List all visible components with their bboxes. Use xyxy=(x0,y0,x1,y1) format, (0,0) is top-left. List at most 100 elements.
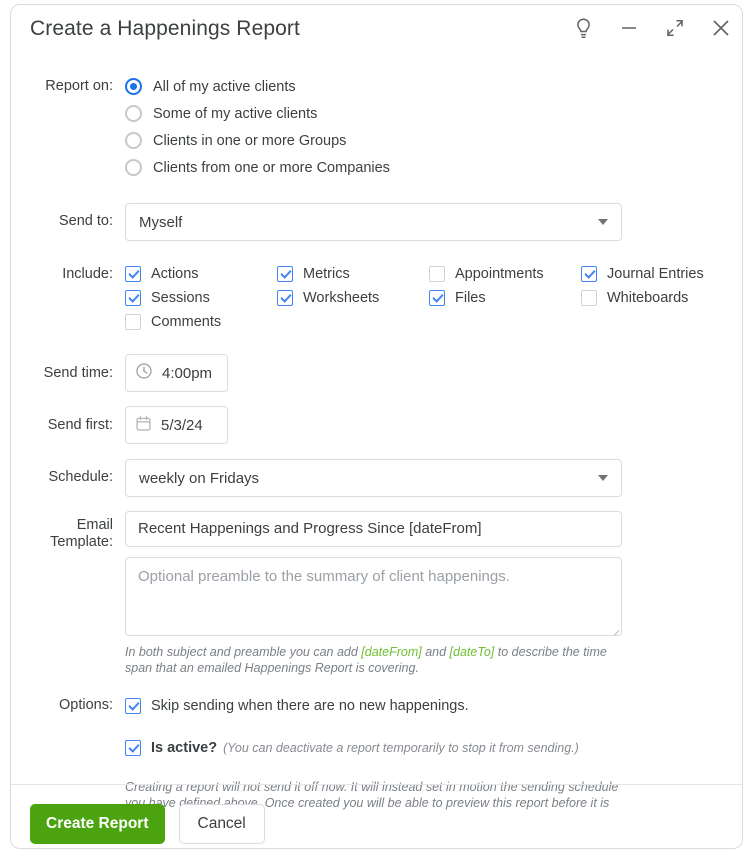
chevron-down-icon xyxy=(598,219,608,225)
help-idea-icon[interactable] xyxy=(570,15,596,41)
send-time-field: 4:00pm xyxy=(125,354,742,392)
report-on-options: All of my active clients Some of my acti… xyxy=(125,73,742,181)
radio-label: Clients from one or more Companies xyxy=(153,159,390,176)
radio-label: Some of my active clients xyxy=(153,105,318,122)
email-template-label: Email Template: xyxy=(11,511,125,551)
send-time-input[interactable]: 4:00pm xyxy=(125,354,228,392)
send-time-row: Send time: 4:00pm xyxy=(11,354,742,392)
helper-prefix: In both subject and preamble you can add xyxy=(125,645,362,659)
email-template-field: Recent Happenings and Progress Since [da… xyxy=(125,511,742,676)
send-to-field: Myself xyxy=(125,203,742,241)
report-on-label: Report on: xyxy=(45,78,113,94)
schedule-label: Schedule: xyxy=(48,469,114,485)
dialog-title: Create a Happenings Report xyxy=(30,17,300,40)
calendar-icon xyxy=(135,415,152,436)
checkbox-journal-entries[interactable]: Journal Entries xyxy=(581,262,733,286)
send-first-input[interactable]: 5/3/24 xyxy=(125,406,228,444)
checkbox-indicator xyxy=(581,290,597,306)
radio-label: Clients in one or more Groups xyxy=(153,132,347,149)
helper-mid: and xyxy=(421,645,450,659)
send-first-row: Send first: 5/3/24 xyxy=(11,406,742,444)
textarea-resize-handle[interactable] xyxy=(609,623,621,635)
checkbox-label: Worksheets xyxy=(303,290,380,306)
dialog-footer: Create Report Cancel xyxy=(30,804,265,844)
radio-some-active-clients[interactable]: Some of my active clients xyxy=(125,100,742,127)
create-report-button[interactable]: Create Report xyxy=(30,804,165,844)
checkbox-whiteboards[interactable]: Whiteboards xyxy=(581,286,733,310)
radio-indicator xyxy=(125,159,142,176)
email-template-label-line1: Email xyxy=(76,517,113,533)
checkbox-comments[interactable]: Comments xyxy=(125,310,277,334)
include-row: Include: Actions Metrics Appointments Jo… xyxy=(11,262,742,334)
minimize-button[interactable] xyxy=(616,15,642,41)
email-template-row: Email Template: Recent Happenings and Pr… xyxy=(11,511,742,676)
email-preamble-textarea[interactable]: Optional preamble to the summary of clie… xyxy=(125,557,622,636)
checkbox-skip-sending[interactable]: Skip sending when there are no new happe… xyxy=(125,695,742,717)
checkbox-indicator xyxy=(277,266,293,282)
send-time-value: 4:00pm xyxy=(162,364,213,382)
radio-clients-in-groups[interactable]: Clients in one or more Groups xyxy=(125,127,742,154)
dialog-body: Report on: All of my active clients Some… xyxy=(11,73,742,827)
window-controls xyxy=(570,15,734,41)
send-to-select[interactable]: Myself xyxy=(125,203,622,241)
schedule-select[interactable]: weekly on Fridays xyxy=(125,459,622,497)
checkbox-indicator xyxy=(125,314,141,330)
checkbox-indicator xyxy=(581,266,597,282)
checkbox-label: Actions xyxy=(151,266,199,282)
options-label: Options: xyxy=(59,697,113,713)
send-first-field: 5/3/24 xyxy=(125,406,742,444)
radio-clients-from-companies[interactable]: Clients from one or more Companies xyxy=(125,154,742,181)
checkbox-sessions[interactable]: Sessions xyxy=(125,286,277,310)
checkbox-label: Is active? xyxy=(151,740,218,756)
checkbox-is-active[interactable]: Is active? (You can deactivate a report … xyxy=(125,737,742,759)
send-to-label: Send to: xyxy=(58,213,113,229)
checkbox-files[interactable]: Files xyxy=(429,286,581,310)
email-subject-input[interactable]: Recent Happenings and Progress Since [da… xyxy=(125,511,622,547)
radio-indicator xyxy=(125,78,142,95)
checkbox-indicator xyxy=(125,698,141,714)
email-preamble-placeholder: Optional preamble to the summary of clie… xyxy=(138,568,510,585)
chevron-down-icon xyxy=(598,475,608,481)
checkbox-indicator xyxy=(125,290,141,306)
checkbox-label: Metrics xyxy=(303,266,350,282)
schedule-field: weekly on Fridays xyxy=(125,459,742,497)
checkbox-actions[interactable]: Actions xyxy=(125,262,277,286)
radio-label: All of my active clients xyxy=(153,78,296,95)
create-happenings-report-dialog: Create a Happenings Report Report on: Al… xyxy=(10,4,743,849)
close-button[interactable] xyxy=(708,15,734,41)
footer-divider xyxy=(11,784,742,785)
send-time-label: Send time: xyxy=(43,365,113,381)
send-first-label: Send first: xyxy=(47,417,113,433)
send-first-value: 5/3/24 xyxy=(161,416,203,434)
is-active-note: (You can deactivate a report temporarily… xyxy=(223,741,579,755)
clock-icon xyxy=(135,362,153,384)
cancel-button[interactable]: Cancel xyxy=(178,804,265,844)
checkbox-label: Journal Entries xyxy=(607,266,704,282)
radio-all-active-clients[interactable]: All of my active clients xyxy=(125,73,742,100)
checkbox-indicator xyxy=(125,740,141,756)
checkbox-label: Whiteboards xyxy=(607,290,689,306)
schedule-row: Schedule: weekly on Fridays xyxy=(11,459,742,497)
checkbox-label: Skip sending when there are no new happe… xyxy=(151,698,469,714)
checkbox-metrics[interactable]: Metrics xyxy=(277,262,429,286)
send-to-value: Myself xyxy=(139,213,183,231)
send-to-row: Send to: Myself xyxy=(11,203,742,241)
collapse-button[interactable] xyxy=(662,15,688,41)
include-label: Include: xyxy=(62,266,113,282)
radio-indicator xyxy=(125,132,142,149)
email-template-helper-text: In both subject and preamble you can add… xyxy=(125,644,625,676)
checkbox-indicator xyxy=(429,290,445,306)
checkbox-indicator xyxy=(429,266,445,282)
schedule-value: weekly on Fridays xyxy=(139,469,260,487)
email-template-label-line2: Template: xyxy=(50,534,113,550)
checkbox-worksheets[interactable]: Worksheets xyxy=(277,286,429,310)
dialog-titlebar: Create a Happenings Report xyxy=(11,5,742,59)
checkbox-indicator xyxy=(125,266,141,282)
include-checkbox-grid: Actions Metrics Appointments Journal Ent… xyxy=(125,262,742,334)
checkbox-appointments[interactable]: Appointments xyxy=(429,262,581,286)
checkbox-label: Appointments xyxy=(455,266,544,282)
checkbox-indicator xyxy=(277,290,293,306)
token-date-from: [dateFrom] xyxy=(361,645,422,659)
checkbox-label: Files xyxy=(455,290,486,306)
token-date-to: [dateTo] xyxy=(449,645,495,659)
